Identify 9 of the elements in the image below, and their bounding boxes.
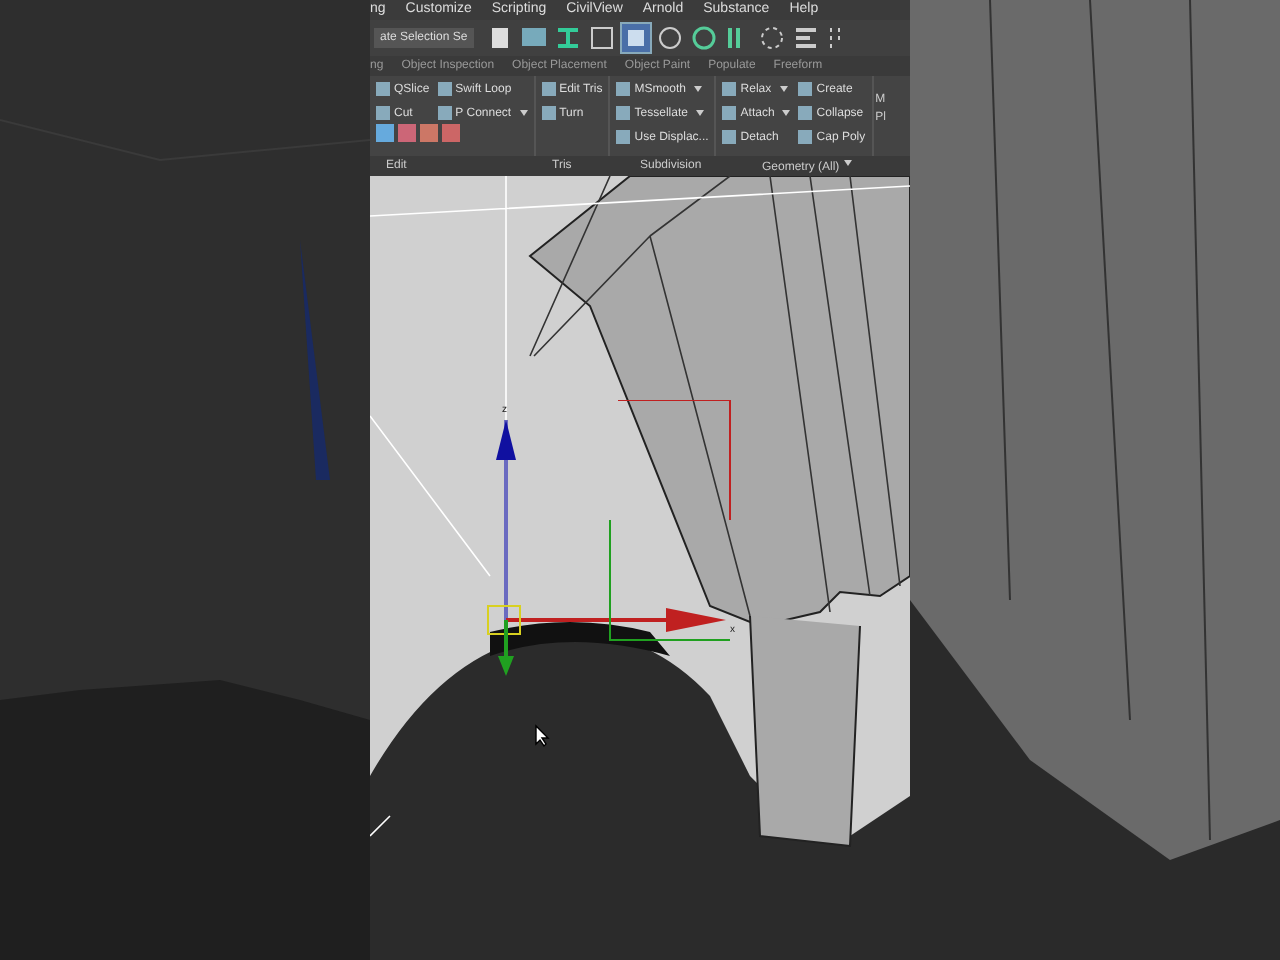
mouse-cursor-icon [534, 724, 550, 748]
toolbar-button[interactable] [689, 24, 718, 52]
toolbar-button[interactable] [757, 24, 786, 52]
toolbar-button[interactable] [519, 24, 548, 52]
toolbar-button[interactable] [553, 24, 582, 52]
toolbar-button[interactable] [655, 24, 684, 52]
toolbar-button[interactable] [587, 24, 616, 52]
toolbar-button[interactable] [621, 24, 650, 52]
toolbar-button[interactable] [791, 24, 820, 52]
